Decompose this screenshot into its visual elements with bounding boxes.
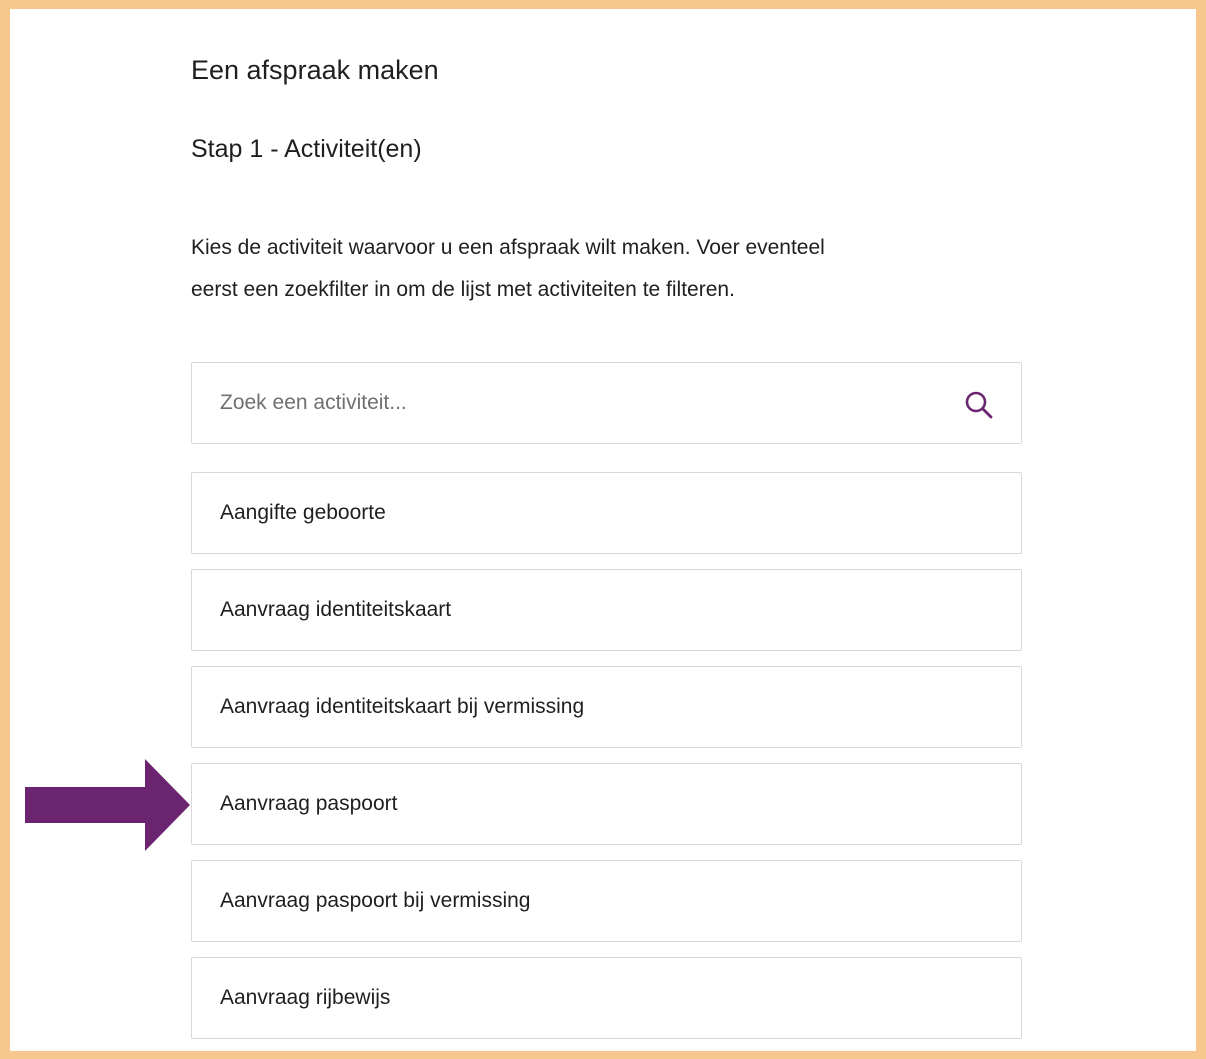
activity-list: Aangifte geboorte Aanvraag identiteitska… — [191, 472, 1022, 1051]
activity-label: Aanvraag identiteitskaart — [220, 598, 452, 621]
activity-label: Aangifte geboorte — [220, 501, 386, 524]
intro-text: Kies de activiteit waarvoor u een afspra… — [191, 227, 1021, 311]
step-title: Stap 1 - Activiteit(en) — [191, 135, 422, 163]
search-input[interactable] — [192, 363, 1021, 443]
intro-line-2: eerst een zoekfilter in om de lijst met … — [191, 278, 735, 301]
arrow-right-icon — [25, 759, 190, 851]
page-title: Een afspraak maken — [191, 55, 439, 85]
activity-item-aanvraag-identiteitskaart[interactable]: Aanvraag identiteitskaart — [191, 569, 1022, 651]
activity-label: Aanvraag rijbewijs — [220, 986, 391, 1009]
intro-line-1: Kies de activiteit waarvoor u een afspra… — [191, 236, 825, 259]
activity-item-aanvraag-identiteitskaart-bij-vermissing[interactable]: Aanvraag identiteitskaart bij vermissing — [191, 666, 1022, 748]
activity-label: Aanvraag paspoort — [220, 792, 398, 815]
search-box — [191, 362, 1022, 444]
activity-item-aanvraag-rijbewijs[interactable]: Aanvraag rijbewijs — [191, 957, 1022, 1039]
activity-label: Aanvraag paspoort bij vermissing — [220, 889, 531, 912]
activity-label: Aanvraag identiteitskaart bij vermissing — [220, 695, 585, 718]
activity-item-aanvraag-paspoort-bij-vermissing[interactable]: Aanvraag paspoort bij vermissing — [191, 860, 1022, 942]
activity-item-aanvraag-paspoort[interactable]: Aanvraag paspoort — [191, 763, 1022, 845]
activity-item-aangifte-geboorte[interactable]: Aangifte geboorte — [191, 472, 1022, 554]
search-icon[interactable] — [963, 389, 995, 421]
page-frame: Een afspraak maken Stap 1 - Activiteit(e… — [0, 0, 1206, 1059]
